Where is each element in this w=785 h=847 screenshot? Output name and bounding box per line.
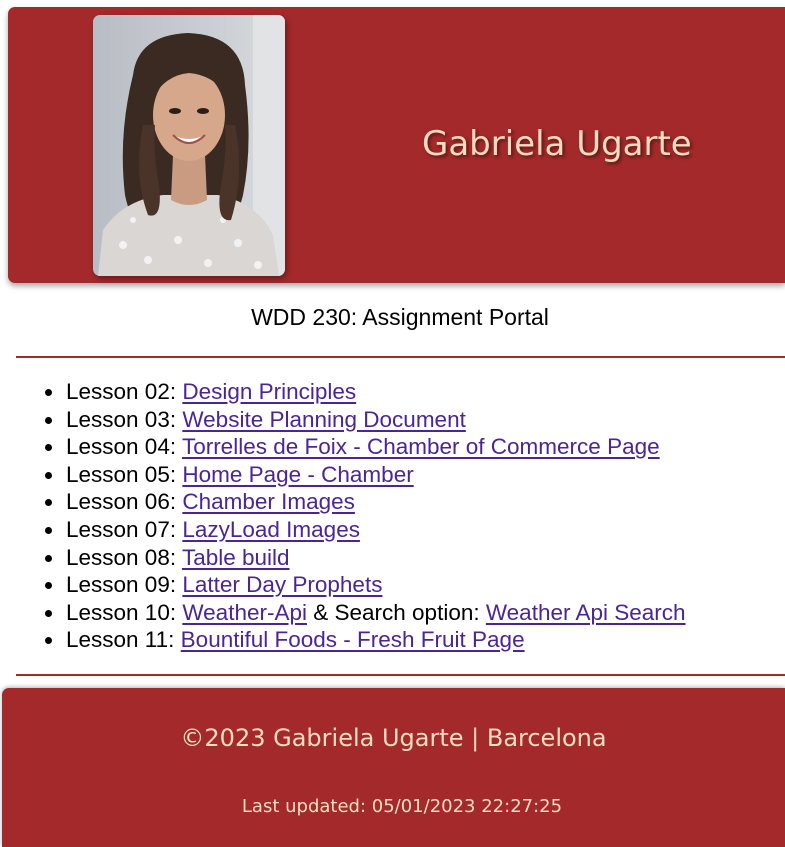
list-item: Lesson 03: Website Planning Document <box>45 406 686 434</box>
copyright-text: ©2023 Gabriela Ugarte | Barcelona <box>180 724 607 752</box>
lesson-middle-text: & Search option: <box>306 599 486 625</box>
list-item: Lesson 10: Weather-Api & Search option: … <box>45 599 686 627</box>
lesson-link[interactable]: Design Principles <box>182 379 356 404</box>
list-item: Lesson 11: Bountiful Foods - Fresh Fruit… <box>45 626 686 654</box>
lesson-label: Lesson 02: <box>66 379 183 404</box>
lesson-label: Lesson 03: <box>66 406 183 432</box>
page-subtitle: WDD 230: Assignment Portal <box>251 304 549 330</box>
list-item: Lesson 05: Home Page - Chamber <box>45 461 686 489</box>
last-updated-text: Last updated: 05/01/2023 22:27:25 <box>241 796 563 817</box>
lesson-link[interactable]: Table build <box>182 545 290 570</box>
list-item: Lesson 08: Table build <box>45 544 686 572</box>
lesson-label: Lesson 04: <box>66 434 182 460</box>
page-header: Gabriela Ugarte <box>8 7 785 283</box>
list-item: Lesson 04: Torrelles de Foix - Chamber o… <box>45 433 686 461</box>
lesson-label: Lesson 08: <box>66 544 182 570</box>
list-item: Lesson 06: Chamber Images <box>45 488 686 516</box>
lesson-link[interactable]: Chamber Images <box>182 489 355 514</box>
lesson-label: Lesson 10: <box>66 599 183 625</box>
lesson-label: Lesson 09: <box>66 572 183 598</box>
list-item: Lesson 07: LazyLoad Images <box>45 516 686 544</box>
lesson-link[interactable]: Bountiful Foods - Fresh Fruit Page <box>181 627 525 652</box>
lesson-link[interactable]: Latter Day Prophets <box>182 572 382 597</box>
lesson-link[interactable]: Website Planning Document <box>182 407 466 432</box>
list-item: Lesson 09: Latter Day Prophets <box>45 571 686 599</box>
lesson-link-secondary[interactable]: Weather Api Search <box>486 600 686 625</box>
lesson-label: Lesson 11: <box>66 627 181 653</box>
divider-top <box>16 356 785 358</box>
list-item: Lesson 02: Design Principles <box>45 378 686 406</box>
lesson-label: Lesson 06: <box>66 489 183 515</box>
lesson-label: Lesson 05: <box>66 461 183 487</box>
page-footer: ©2023 Gabriela Ugarte | Barcelona Last u… <box>2 688 785 847</box>
lesson-link[interactable]: Torrelles de Foix - Chamber of Commerce … <box>182 434 660 459</box>
lesson-link[interactable]: Weather-Api <box>182 600 307 625</box>
lesson-link[interactable]: LazyLoad Images <box>182 517 360 542</box>
lesson-list: Lesson 02: Design Principles Lesson 03: … <box>30 378 686 654</box>
divider-bottom <box>16 674 785 676</box>
profile-photo <box>93 15 285 276</box>
site-owner-name: Gabriela Ugarte <box>422 124 692 164</box>
lesson-link[interactable]: Home Page - Chamber <box>182 462 413 487</box>
lesson-label: Lesson 07: <box>66 516 183 542</box>
